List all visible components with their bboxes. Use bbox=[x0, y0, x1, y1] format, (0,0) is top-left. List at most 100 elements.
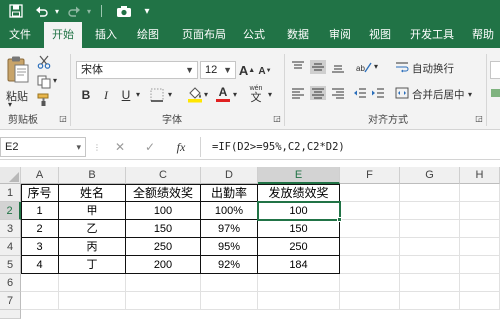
table-cell[interactable]: 3 bbox=[21, 238, 59, 256]
save-icon[interactable] bbox=[6, 2, 26, 20]
phonetic-button[interactable]: wén 文 bbox=[244, 84, 268, 104]
increase-font-size-button[interactable]: A ▲ bbox=[239, 61, 255, 79]
tab-help[interactable]: 帮助 bbox=[466, 22, 500, 48]
empty-cell[interactable] bbox=[340, 274, 400, 292]
fill-color-icon[interactable] bbox=[186, 84, 204, 104]
table-cell[interactable]: 150 bbox=[126, 220, 201, 238]
empty-cell[interactable] bbox=[21, 274, 59, 292]
wrap-text-button[interactable]: 自动换行 bbox=[412, 61, 454, 76]
formula-input[interactable]: =IF(D2>=95%,C2,C2*D2) bbox=[208, 137, 500, 157]
copy-dropdown-icon[interactable]: ▾ bbox=[53, 76, 57, 85]
fill-handle[interactable] bbox=[337, 217, 342, 222]
fill-color-dropdown-icon[interactable]: ▾ bbox=[204, 90, 208, 99]
table-cell[interactable]: 250 bbox=[126, 238, 201, 256]
align-bottom-icon[interactable] bbox=[330, 60, 346, 74]
table-cell-selected[interactable]: 100 bbox=[258, 202, 340, 220]
name-box[interactable]: E2 ▾ bbox=[0, 137, 86, 157]
table-header-cell[interactable]: 序号 bbox=[21, 184, 59, 202]
drag-handle-icon[interactable]: ⋮ bbox=[93, 140, 101, 154]
align-right-icon[interactable] bbox=[330, 86, 346, 100]
table-cell[interactable]: 丁 bbox=[59, 256, 126, 274]
column-header[interactable]: A bbox=[21, 167, 59, 184]
row-header[interactable]: 7 bbox=[0, 292, 21, 310]
number-format-dropdown[interactable] bbox=[490, 61, 500, 79]
column-header[interactable]: D bbox=[201, 167, 258, 184]
empty-cell[interactable] bbox=[340, 238, 400, 256]
table-cell[interactable]: 乙 bbox=[59, 220, 126, 238]
table-cell[interactable]: 2 bbox=[21, 220, 59, 238]
empty-cell[interactable] bbox=[400, 184, 460, 202]
row-header[interactable]: 4 bbox=[0, 238, 21, 256]
clipboard-launcher-icon[interactable]: ◲ bbox=[58, 112, 68, 124]
alignment-launcher-icon[interactable]: ◲ bbox=[474, 112, 484, 124]
font-color-button[interactable]: A bbox=[214, 84, 232, 104]
table-header-cell[interactable]: 姓名 bbox=[59, 184, 126, 202]
table-cell[interactable]: 100% bbox=[201, 202, 258, 220]
column-header[interactable]: B bbox=[59, 167, 126, 184]
empty-cell[interactable] bbox=[400, 220, 460, 238]
underline-dropdown-icon[interactable]: ▾ bbox=[136, 90, 140, 99]
table-header-cell[interactable]: 发放绩效奖 bbox=[258, 184, 340, 202]
tab-draw[interactable]: 绘图 bbox=[128, 22, 168, 48]
phonetic-dropdown-icon[interactable]: ▾ bbox=[268, 90, 272, 99]
tab-file[interactable]: 文件 bbox=[2, 22, 38, 48]
select-all-button[interactable] bbox=[0, 167, 21, 184]
border-icon[interactable] bbox=[148, 86, 166, 104]
empty-cell[interactable] bbox=[340, 256, 400, 274]
wrap-text-icon[interactable] bbox=[394, 60, 410, 74]
cancel-entry-button[interactable]: ✕ bbox=[112, 138, 128, 156]
empty-cell[interactable] bbox=[340, 202, 400, 220]
orientation-dropdown-icon[interactable]: ▾ bbox=[374, 62, 378, 71]
tab-home[interactable]: 开始 bbox=[44, 22, 82, 48]
row-header[interactable]: 2 bbox=[0, 202, 21, 220]
insert-function-button[interactable]: fx bbox=[172, 138, 190, 156]
empty-cell[interactable] bbox=[400, 202, 460, 220]
empty-cell[interactable] bbox=[126, 274, 201, 292]
tab-insert[interactable]: 插入 bbox=[88, 22, 124, 48]
table-cell[interactable]: 150 bbox=[258, 220, 340, 238]
empty-cell[interactable] bbox=[460, 202, 500, 220]
undo-icon[interactable] bbox=[32, 2, 52, 20]
table-cell[interactable]: 200 bbox=[126, 256, 201, 274]
row-header[interactable] bbox=[0, 310, 21, 319]
bold-button[interactable]: B bbox=[78, 86, 94, 104]
empty-cell[interactable] bbox=[258, 292, 340, 310]
table-cell[interactable]: 100 bbox=[126, 202, 201, 220]
enter-entry-button[interactable]: ✓ bbox=[142, 138, 158, 156]
align-top-icon[interactable] bbox=[290, 60, 306, 74]
align-center-icon[interactable] bbox=[310, 86, 326, 100]
camera-icon[interactable] bbox=[114, 2, 134, 20]
empty-cell[interactable] bbox=[59, 274, 126, 292]
tab-view[interactable]: 视图 bbox=[362, 22, 398, 48]
font-size-dropdown[interactable]: 12 ▼ bbox=[200, 61, 236, 79]
border-dropdown-icon[interactable]: ▾ bbox=[168, 90, 172, 99]
empty-cell[interactable] bbox=[340, 220, 400, 238]
redo-icon[interactable] bbox=[64, 2, 84, 20]
underline-button[interactable]: U bbox=[118, 86, 134, 104]
italic-button[interactable]: I bbox=[98, 86, 114, 104]
column-header[interactable]: H bbox=[460, 167, 500, 184]
copy-icon[interactable] bbox=[36, 74, 52, 90]
table-cell[interactable]: 184 bbox=[258, 256, 340, 274]
column-header[interactable]: E bbox=[258, 167, 340, 184]
empty-cell[interactable] bbox=[460, 184, 500, 202]
table-cell[interactable]: 92% bbox=[201, 256, 258, 274]
empty-cell[interactable] bbox=[460, 256, 500, 274]
row-header[interactable]: 6 bbox=[0, 274, 21, 292]
table-cell[interactable]: 1 bbox=[21, 202, 59, 220]
empty-cell[interactable] bbox=[400, 256, 460, 274]
merge-center-button[interactable]: 合并后居中 bbox=[412, 87, 465, 102]
tab-data[interactable]: 数据 bbox=[280, 22, 316, 48]
empty-cell[interactable] bbox=[201, 274, 258, 292]
row-header[interactable]: 3 bbox=[0, 220, 21, 238]
table-cell[interactable]: 4 bbox=[21, 256, 59, 274]
format-painter-icon[interactable] bbox=[36, 92, 52, 108]
table-header-cell[interactable]: 全额绩效奖 bbox=[126, 184, 201, 202]
tab-formulas[interactable]: 公式 bbox=[236, 22, 272, 48]
row-header[interactable]: 5 bbox=[0, 256, 21, 274]
table-cell[interactable]: 250 bbox=[258, 238, 340, 256]
empty-cell[interactable] bbox=[340, 292, 400, 310]
empty-cell[interactable] bbox=[400, 238, 460, 256]
empty-cell[interactable] bbox=[460, 292, 500, 310]
increase-indent-icon[interactable] bbox=[370, 86, 386, 100]
